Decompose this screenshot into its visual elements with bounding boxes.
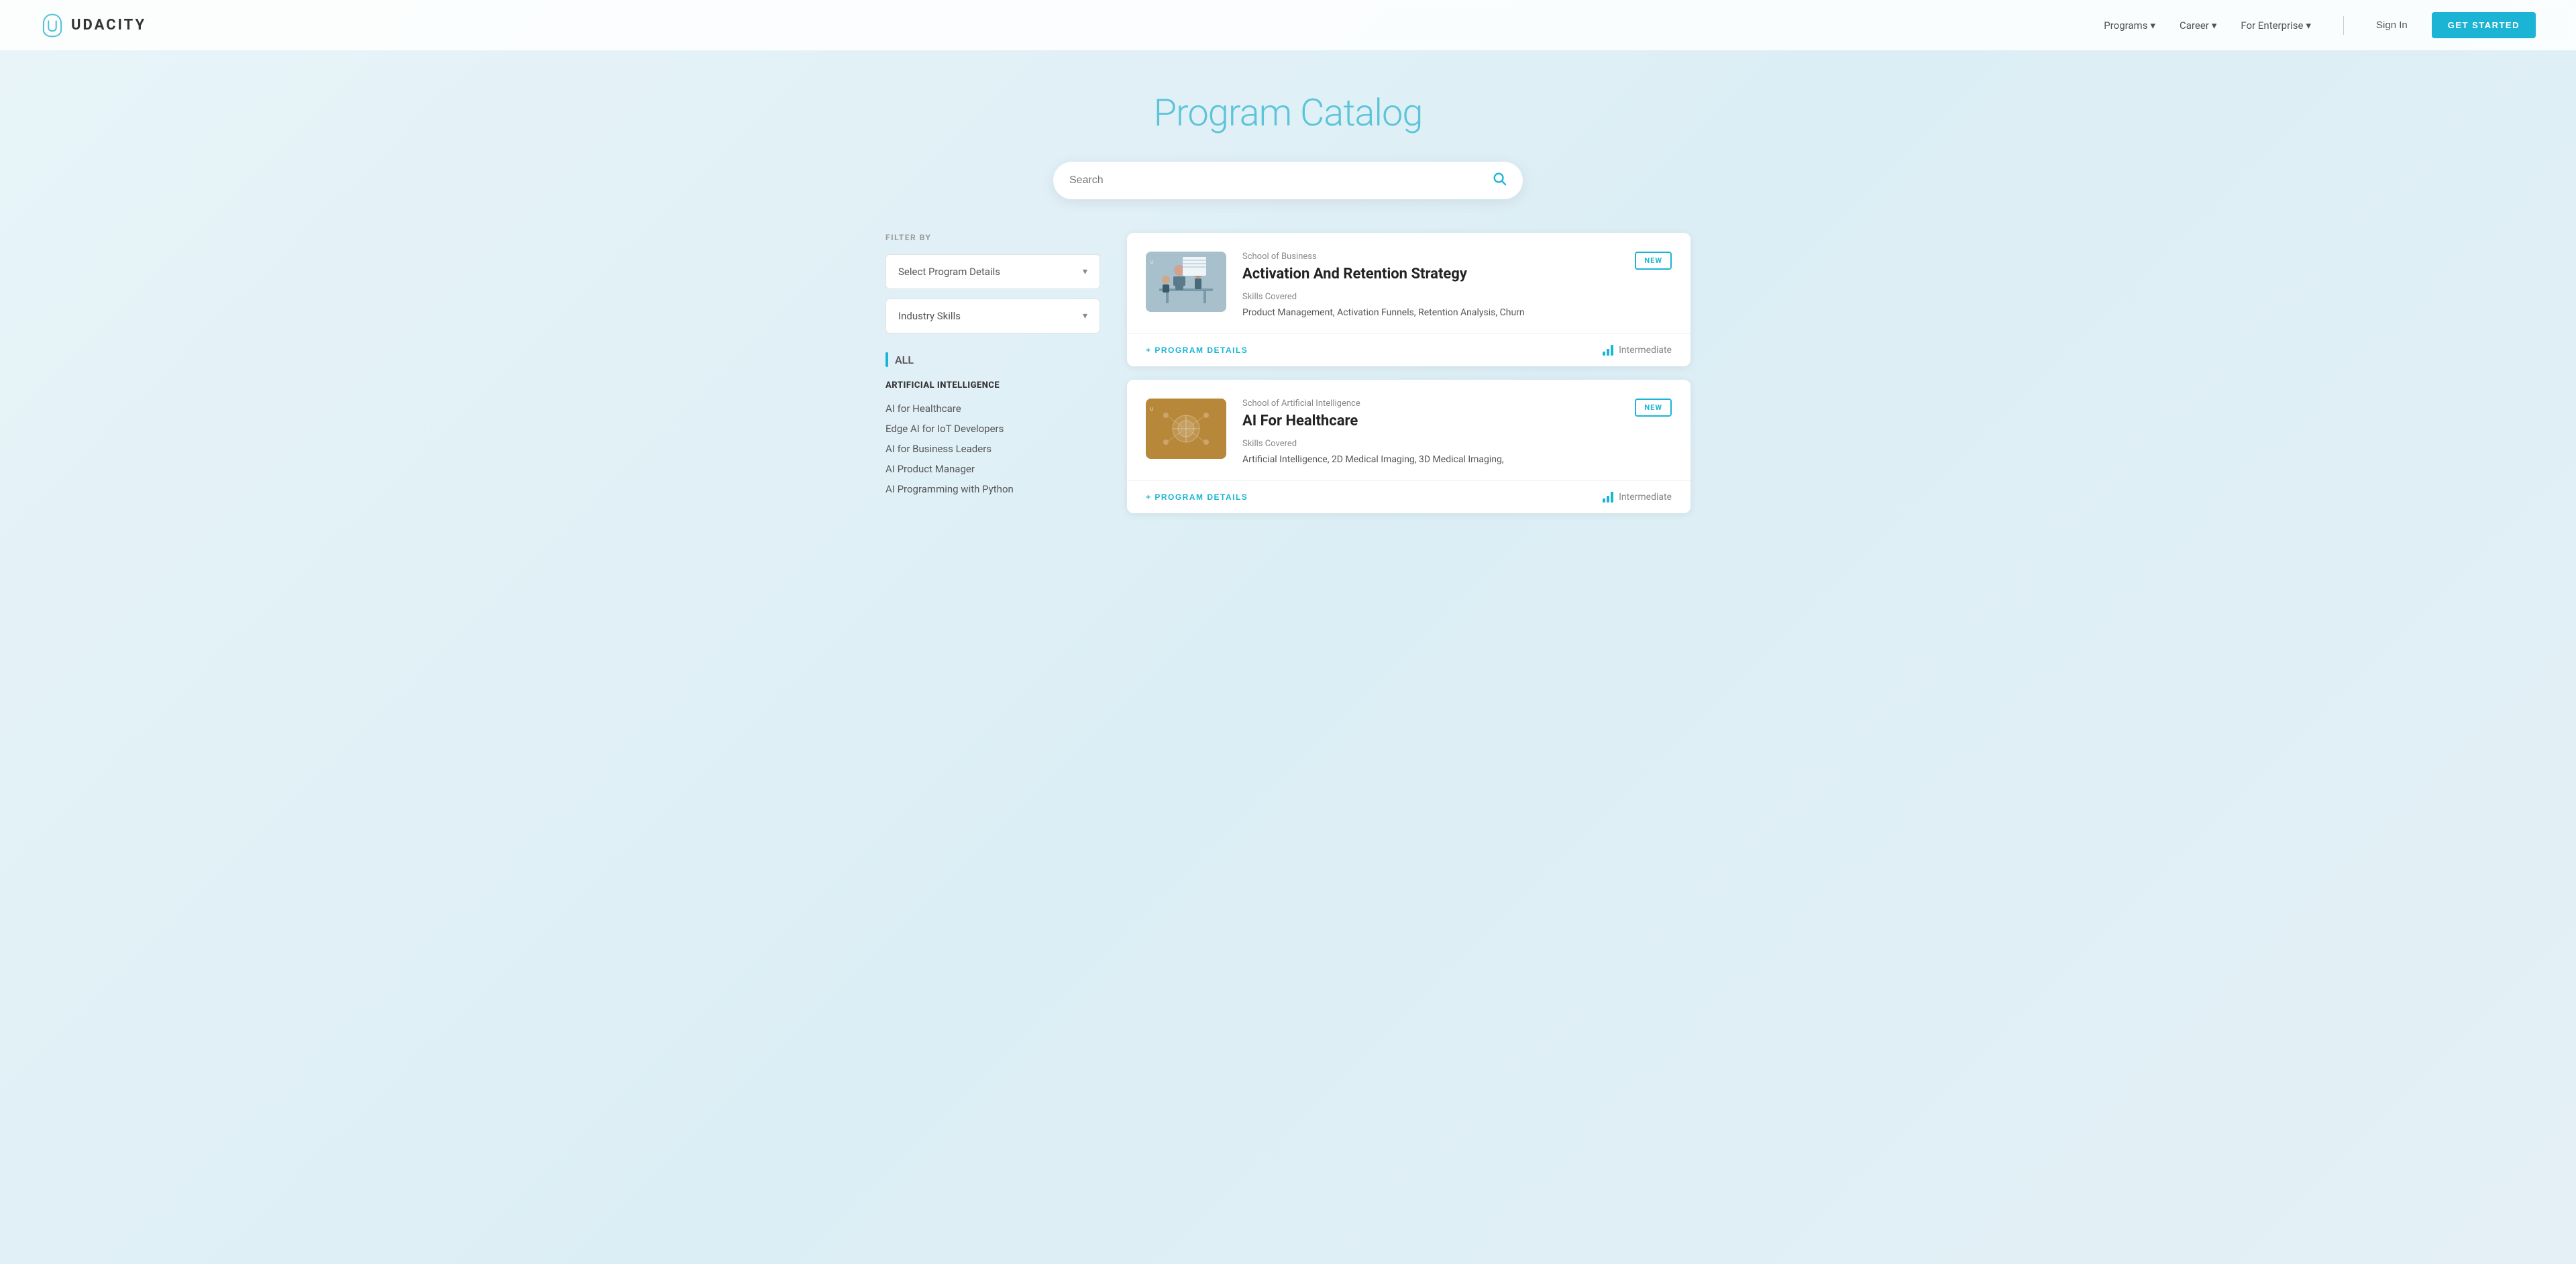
card-title-1: Activation And Retention Strategy (1242, 266, 1619, 282)
programs-nav-link[interactable]: Programs ▾ (2104, 19, 2155, 32)
filter-label: FILTER BY (885, 233, 1100, 242)
school-label-2: School of Artificial Intelligence (1242, 399, 1619, 409)
all-filter-label[interactable]: ALL (885, 352, 1100, 367)
hero-area: Program Catalog (0, 50, 2576, 162)
skills-text-2: Artificial Intelligence, 2D Medical Imag… (1242, 453, 1619, 467)
ai-healthcare-illustration-icon: ∪ (1146, 399, 1226, 459)
industry-skills-select[interactable]: Industry Skills ▾ (885, 299, 1100, 333)
card-top-2: ∪ School of Artificial Intelligence AI F… (1127, 380, 1690, 480)
sidebar-item-edge-ai[interactable]: Edge AI for IoT Developers (885, 419, 1100, 439)
card-activation-retention: ∪ School of Business Activation And Rete… (1127, 233, 1690, 366)
level-indicator-2: Intermediate (1603, 492, 1672, 503)
svg-text:∪: ∪ (1150, 406, 1154, 412)
level-indicator-1: Intermediate (1603, 345, 1672, 356)
new-badge-2: NEW (1635, 399, 1672, 417)
search-input[interactable] (1069, 174, 1492, 187)
search-area (0, 162, 2576, 233)
card-body-1: School of Business Activation And Retent… (1242, 252, 1619, 320)
new-badge-1: NEW (1635, 252, 1672, 270)
skills-label-1: Skills Covered (1242, 292, 1619, 302)
page-title: Program Catalog (13, 91, 2563, 135)
catalog-area: ∪ School of Business Activation And Rete… (1127, 233, 1690, 513)
career-nav-link[interactable]: Career ▾ (2180, 19, 2216, 32)
nav-links: Programs ▾ Career ▾ For Enterprise ▾ Sig… (2104, 12, 2536, 38)
business-illustration-icon: ∪ (1146, 252, 1226, 312)
sidebar: FILTER BY Select Program Details ▾ Indus… (885, 233, 1100, 513)
sidebar-item-ai-business[interactable]: AI for Business Leaders (885, 439, 1100, 459)
industry-skills-chevron-icon: ▾ (1083, 311, 1087, 321)
sidebar-item-ai-product[interactable]: AI Product Manager (885, 459, 1100, 479)
card-thumb-1: ∪ (1146, 252, 1226, 312)
navbar: UDACITY Programs ▾ Career ▾ For Enterpri… (0, 0, 2576, 50)
card-footer-1: + PROGRAM DETAILS Intermediate (1127, 333, 1690, 366)
school-label-1: School of Business (1242, 252, 1619, 262)
enterprise-nav-link[interactable]: For Enterprise ▾ (2241, 19, 2311, 32)
program-details-button-2[interactable]: + PROGRAM DETAILS (1146, 492, 1248, 502)
main-content: FILTER BY Select Program Details ▾ Indus… (859, 233, 1717, 554)
card-ai-healthcare: ∪ School of Artificial Intelligence AI F… (1127, 380, 1690, 513)
search-button[interactable] (1492, 171, 1507, 190)
sidebar-item-ai-healthcare[interactable]: AI for Healthcare (885, 399, 1100, 419)
enterprise-chevron-icon: ▾ (2306, 19, 2312, 32)
all-bar-indicator (885, 352, 888, 367)
ai-category-label: ARTIFICIAL INTELLIGENCE (885, 380, 1100, 390)
card-thumb-2: ∪ (1146, 399, 1226, 459)
logo-text: UDACITY (71, 17, 146, 34)
skills-label-2: Skills Covered (1242, 439, 1619, 449)
card-title-2: AI For Healthcare (1242, 413, 1619, 429)
sign-in-button[interactable]: Sign In (2376, 19, 2408, 31)
logo-area[interactable]: UDACITY (40, 13, 146, 38)
level-chart-icon-1 (1603, 345, 1613, 356)
program-details-button-1[interactable]: + PROGRAM DETAILS (1146, 346, 1248, 355)
skills-text-1: Product Management, Activation Funnels, … (1242, 306, 1619, 320)
card-body-2: School of Artificial Intelligence AI For… (1242, 399, 1619, 467)
card-top-1: ∪ School of Business Activation And Rete… (1127, 233, 1690, 333)
card-footer-2: + PROGRAM DETAILS Intermediate (1127, 480, 1690, 513)
level-chart-icon-2 (1603, 492, 1613, 503)
sidebar-item-ai-python[interactable]: AI Programming with Python (885, 479, 1100, 499)
nav-divider (2343, 16, 2344, 35)
program-details-select[interactable]: Select Program Details ▾ (885, 254, 1100, 289)
career-chevron-icon: ▾ (2212, 19, 2217, 32)
search-box (1053, 162, 1523, 199)
search-icon (1492, 171, 1507, 186)
svg-text:∪: ∪ (1150, 259, 1154, 265)
program-details-chevron-icon: ▾ (1083, 266, 1087, 277)
programs-chevron-icon: ▾ (2150, 19, 2155, 32)
udacity-logo-icon (40, 13, 64, 38)
get-started-button[interactable]: GET STARTED (2432, 12, 2536, 38)
